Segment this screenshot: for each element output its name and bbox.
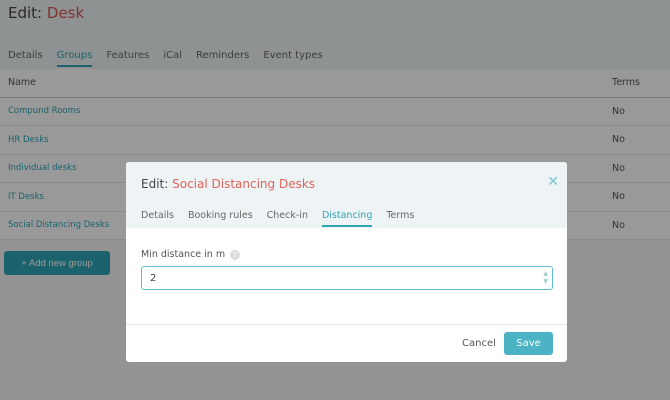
tab-details[interactable]: Details — [141, 210, 174, 227]
cancel-button[interactable]: Cancel — [462, 338, 496, 349]
footer-divider — [126, 324, 567, 325]
number-stepper[interactable]: ▲▼ — [543, 270, 548, 286]
modal-tabs: Details Booking rules Check-in Distancin… — [141, 210, 414, 227]
min-distance-label: Min distance in m? — [141, 249, 240, 260]
tab-check-in[interactable]: Check-in — [267, 210, 308, 227]
save-button[interactable]: Save — [504, 332, 553, 355]
tab-terms[interactable]: Terms — [386, 210, 414, 227]
close-icon[interactable]: ✕ — [547, 174, 559, 190]
modal-header: Edit: Social Distancing Desks ✕ Details … — [126, 162, 567, 228]
chevron-down-icon[interactable]: ▼ — [543, 278, 548, 286]
tab-distancing[interactable]: Distancing — [322, 210, 372, 227]
chevron-up-icon[interactable]: ▲ — [543, 270, 548, 278]
min-distance-input[interactable]: 2 ▲▼ — [141, 266, 553, 290]
edit-group-modal: Edit: Social Distancing Desks ✕ Details … — [126, 162, 567, 362]
modal-title: Edit: Social Distancing Desks — [141, 177, 315, 191]
tab-booking-rules[interactable]: Booking rules — [188, 210, 253, 227]
help-icon[interactable]: ? — [230, 250, 240, 260]
